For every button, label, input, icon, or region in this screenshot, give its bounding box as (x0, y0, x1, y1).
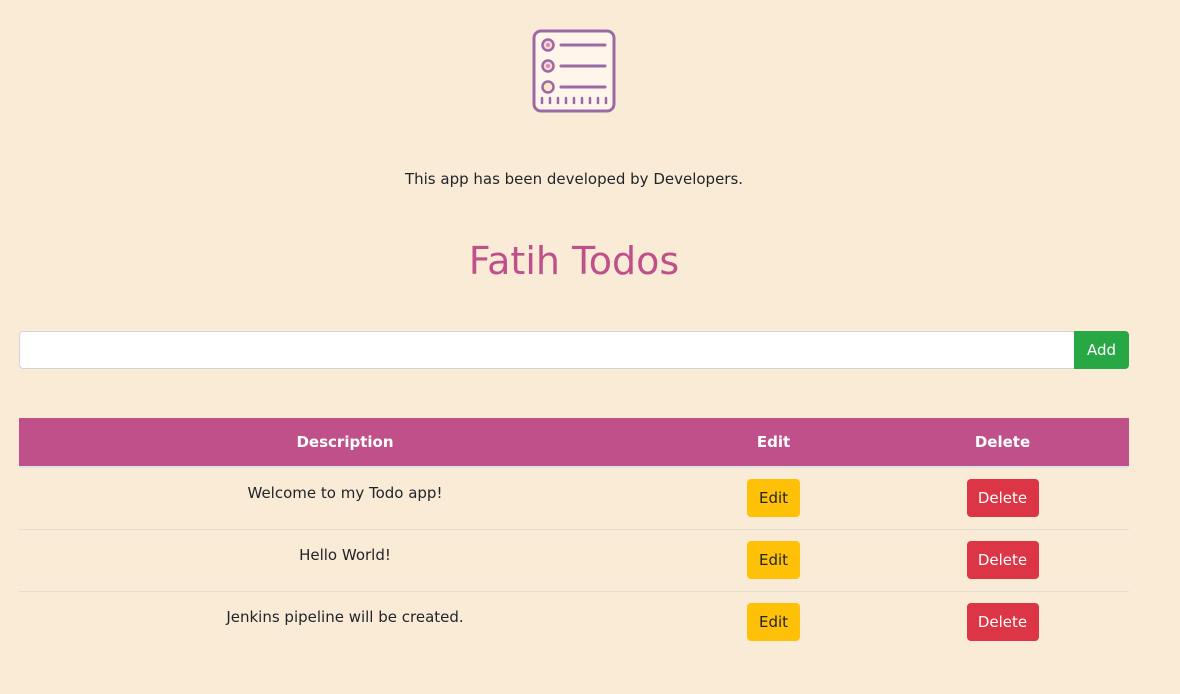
delete-cell: Delete (876, 590, 1129, 653)
todo-input[interactable] (19, 331, 1075, 369)
edit-button[interactable]: Edit (747, 603, 800, 642)
delete-button[interactable]: Delete (966, 479, 1039, 518)
add-button[interactable]: Add (1074, 331, 1129, 369)
delete-button[interactable]: Delete (966, 541, 1039, 579)
column-header-description: Description (19, 418, 671, 468)
edit-cell: Edit (671, 467, 876, 529)
table-row: Jenkins pipeline will be created. Edit D… (19, 590, 1129, 653)
delete-button[interactable]: Delete (966, 603, 1039, 642)
column-header-edit: Edit (671, 418, 876, 468)
edit-cell: Edit (671, 528, 876, 591)
edit-cell: Edit (671, 590, 876, 653)
delete-cell: Delete (876, 528, 1129, 591)
todo-description: Hello World! (299, 545, 391, 564)
edit-button[interactable]: Edit (747, 479, 800, 518)
todo-description-cell: Jenkins pipeline will be created. (19, 590, 671, 653)
developer-credit: This app has been developed by Developer… (404, 170, 744, 188)
table-row: Welcome to my Todo app! Edit Delete (19, 467, 1129, 529)
table-row: Hello World! Edit Delete (19, 528, 1129, 591)
todo-description-cell: Hello World! (19, 528, 671, 591)
edit-button[interactable]: Edit (747, 541, 800, 579)
table-header-row: Description Edit Delete (19, 418, 1129, 468)
todo-table: Description Edit Delete Welcome to my To… (19, 418, 1129, 653)
checklist-icon (532, 29, 616, 113)
todo-description: Jenkins pipeline will be created. (226, 607, 464, 626)
delete-cell: Delete (876, 467, 1129, 529)
column-header-delete: Delete (876, 418, 1129, 468)
todo-description: Welcome to my Todo app! (247, 484, 443, 502)
todo-description-cell: Welcome to my Todo app! (19, 467, 671, 529)
page-title: Fatih Todos (468, 239, 680, 283)
